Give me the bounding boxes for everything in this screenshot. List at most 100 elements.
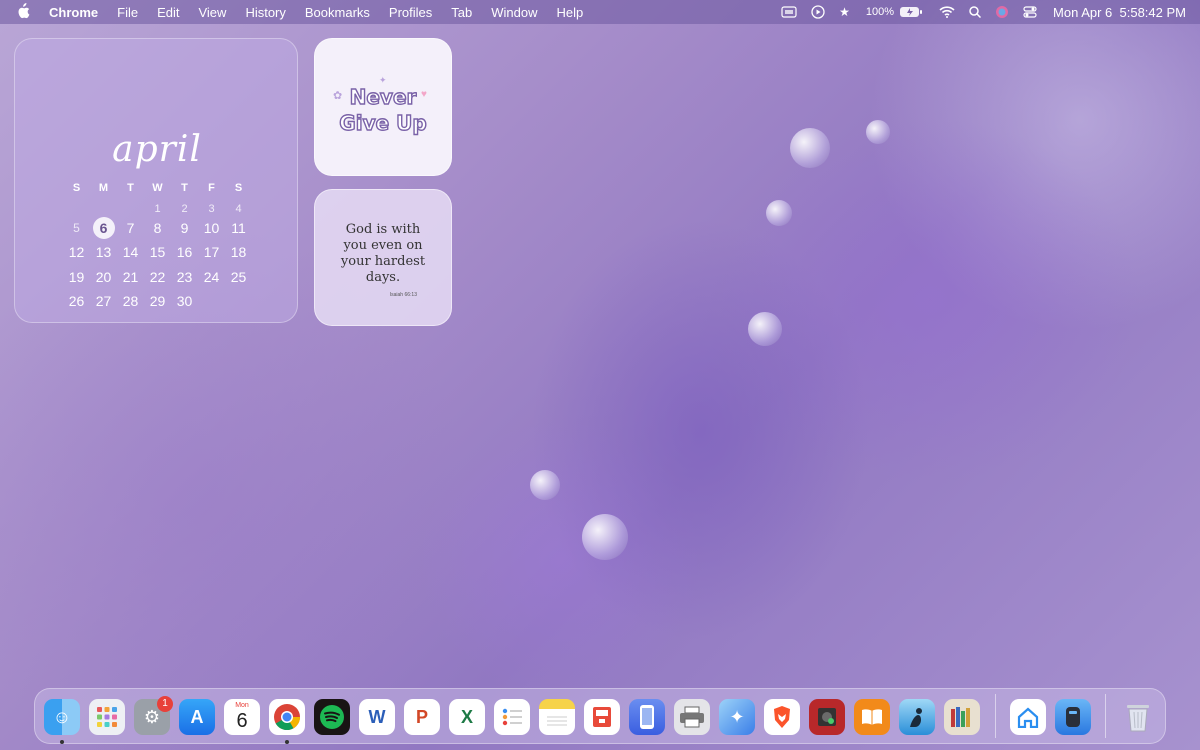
water-drop (866, 120, 890, 144)
calendar-day: 18 (230, 244, 247, 261)
calendar-day-today: 6 (90, 216, 117, 239)
calendar-day: 19 (68, 268, 85, 285)
menu-tab[interactable]: Tab (451, 5, 472, 20)
calendar-day: 14 (122, 244, 139, 261)
dock-separator (995, 694, 996, 738)
photo-booth-icon[interactable] (809, 699, 845, 735)
menu-window[interactable]: Window (491, 5, 537, 20)
calendar-icon-month: Mon (235, 702, 249, 709)
weekday-label: T (181, 182, 188, 195)
books-icon[interactable] (854, 699, 890, 735)
calendar-day: 17 (203, 244, 220, 261)
app-store-icon[interactable]: A (179, 699, 215, 735)
calendar-month-title: april (112, 129, 202, 170)
calendar-day: 30 (176, 293, 193, 310)
calendar-day: 1 (154, 202, 161, 215)
excel-icon[interactable]: X (449, 699, 485, 735)
chrome-icon[interactable] (269, 699, 305, 735)
notification-badge: 1 (157, 696, 173, 712)
calendar-day: 15 (149, 244, 166, 261)
calendar-icon-day: 6 (236, 710, 248, 732)
verse-widget[interactable]: God is with you even on your hardest day… (314, 189, 452, 326)
kindle-icon[interactable] (899, 699, 935, 735)
word-icon[interactable]: W (359, 699, 395, 735)
calendar-day: 12 (68, 244, 85, 261)
trash-icon[interactable] (1120, 699, 1156, 735)
calendar-day: 20 (95, 268, 112, 285)
menu-help[interactable]: Help (557, 5, 584, 20)
menu-app-name[interactable]: Chrome (49, 5, 98, 20)
calendar-day: 16 (176, 244, 193, 261)
running-indicator (285, 740, 289, 744)
quote-line-2: Give Up (339, 110, 428, 135)
play-icon[interactable] (811, 5, 825, 19)
calendar-day: 4 (235, 202, 242, 215)
calendar-day: 3 (208, 202, 215, 215)
calendar-day: 23 (176, 268, 193, 285)
xcode-icon[interactable]: ✦ (719, 699, 755, 735)
menu-profiles[interactable]: Profiles (389, 5, 432, 20)
finder-icon[interactable]: ☺ (44, 699, 80, 735)
calendar-day: 10 (203, 219, 220, 236)
control-center-icon[interactable] (1023, 6, 1037, 18)
calendar-day: 5 (73, 220, 80, 235)
calendar-day: 27 (95, 293, 112, 310)
menu-bar: Chrome File Edit View History Bookmarks … (0, 0, 1200, 24)
reminders-icon[interactable] (494, 699, 530, 735)
calendar-weekday-row: S M T W T F S (63, 177, 253, 202)
calendar-week-row: 12 13 14 15 16 17 18 (63, 240, 253, 265)
menu-view[interactable]: View (198, 5, 226, 20)
calendar-day: 21 (122, 268, 139, 285)
calendar-week-row: 26 27 28 29 30 (63, 289, 253, 314)
menu-history[interactable]: History (245, 5, 285, 20)
calendar-day: 13 (95, 244, 112, 261)
calendar-day: 25 (230, 268, 247, 285)
battery-icon[interactable] (899, 6, 923, 18)
water-drop (530, 470, 560, 500)
brave-icon[interactable] (764, 699, 800, 735)
printer-icon[interactable] (674, 699, 710, 735)
calendar-app-icon[interactable]: Mon 6 (224, 699, 260, 735)
home-app-icon[interactable] (1010, 699, 1046, 735)
backup-app-icon[interactable] (1055, 699, 1091, 735)
launchpad-icon[interactable] (89, 699, 125, 735)
weekday-label: T (127, 182, 134, 195)
calendar-grid: S M T W T F S 1 2 3 4 5 6 7 8 9 10 11 12 (63, 177, 253, 314)
weekday-label: M (98, 182, 109, 195)
wifi-icon[interactable] (939, 6, 955, 18)
calendar-widget[interactable]: april S M T W T F S 1 2 3 4 5 6 7 8 9 10… (14, 38, 298, 323)
weekday-label: F (208, 182, 215, 195)
apple-menu-icon[interactable] (16, 2, 30, 22)
verse-reference: Isaiah 66:13 (389, 292, 417, 298)
running-indicator (60, 740, 64, 744)
search-icon[interactable] (969, 6, 982, 18)
calendar-week-row: 19 20 21 22 23 24 25 (63, 265, 253, 290)
water-drop (766, 200, 792, 226)
menu-bookmarks[interactable]: Bookmarks (305, 5, 370, 20)
today-marker: 6 (92, 216, 115, 239)
spotify-icon[interactable] (314, 699, 350, 735)
star-icon[interactable]: ★ (839, 5, 850, 19)
calendar-day: 11 (231, 219, 246, 236)
calendar-week-row: 5 6 7 8 9 10 11 (63, 216, 253, 241)
water-drop (748, 312, 782, 346)
calendar-day: 26 (68, 293, 85, 310)
library-icon[interactable] (944, 699, 980, 735)
verse-line-3: your hardest (340, 254, 426, 269)
notes-icon[interactable] (539, 699, 575, 735)
powerpoint-icon[interactable]: P (404, 699, 440, 735)
siri-icon[interactable] (995, 5, 1009, 19)
archive-app-icon[interactable] (584, 699, 620, 735)
verse-line-1: God is with (345, 222, 421, 237)
display-icon[interactable] (781, 6, 797, 18)
simulator-icon[interactable] (629, 699, 665, 735)
calendar-day: 28 (122, 293, 139, 310)
quote-widget[interactable]: ✿ ♥ ✦ Never Give Up (314, 38, 452, 176)
menu-file[interactable]: File (117, 5, 138, 20)
menu-clock[interactable]: Mon Apr 6 5:58:42 PM (1053, 5, 1186, 20)
calendar-day: 9 (180, 219, 189, 236)
menu-edit[interactable]: Edit (157, 5, 179, 20)
verse-line-4: days. (365, 270, 401, 285)
calendar-week-row: 1 2 3 4 (63, 202, 253, 216)
battery-percent[interactable]: 100% (866, 6, 894, 18)
